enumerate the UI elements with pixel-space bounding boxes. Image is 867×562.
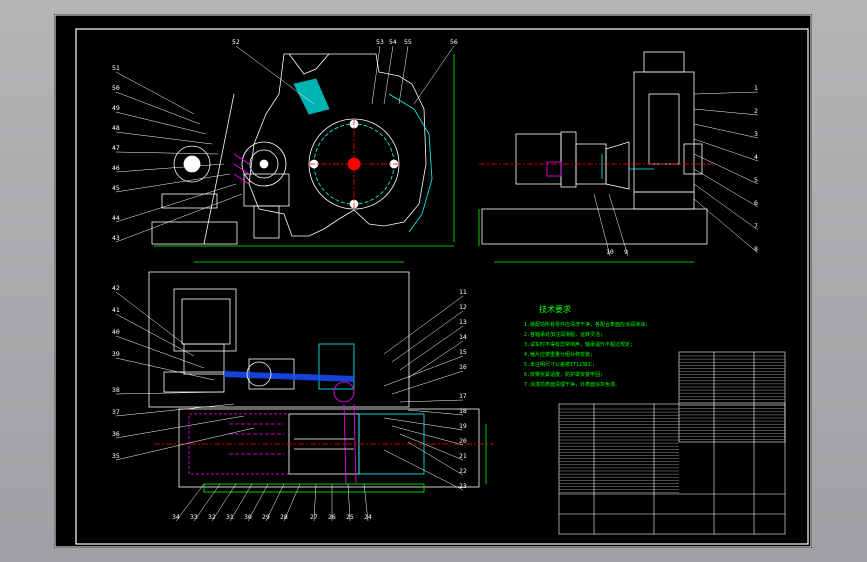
- label-side-1-leader: [693, 91, 759, 95]
- label-left-50-leader: [115, 91, 201, 125]
- label-top-56-leader: [413, 45, 455, 105]
- label-plan-left-39-leader: [115, 357, 215, 381]
- drawing-sheet: 技术要求 1.装配前所有零件应清洗干净，各配合表面应涂润滑油; 2.各轴承处加注润…: [54, 14, 812, 548]
- part-labels: 52 53 54 55 56515049484746454443123456789101…: [112, 38, 759, 522]
- label-top-55-leader: [398, 45, 409, 105]
- label-side-5-leader: [693, 153, 759, 185]
- label-plan-left-35: 35: [112, 452, 120, 460]
- label-left-48: 48: [112, 124, 120, 132]
- label-plan-left-35-leader: [115, 427, 255, 461]
- label-plan-right-16-leader: [391, 370, 464, 395]
- label-side-3: 3: [754, 130, 758, 138]
- label-side-10-leader: [593, 193, 611, 257]
- inner-frame: [75, 28, 809, 545]
- label-plan-right-13: 13: [459, 318, 467, 326]
- label-plan-bottom-28-leader: [283, 483, 301, 522]
- note-line: 4.锤片应按重量分组对称安装;: [524, 351, 593, 358]
- label-plan-right-17-leader: [399, 399, 464, 403]
- label-top-52: 52: [232, 38, 240, 46]
- label-plan-left-40: 40: [112, 328, 120, 336]
- label-side-1: 1: [754, 84, 758, 92]
- notes-title: 技术要求: [539, 304, 571, 314]
- cad-viewport: 技术要求 1.装配前所有零件应清洗干净，各配合表面应涂润滑油; 2.各轴承处加注润…: [0, 0, 867, 562]
- label-plan-right-13-leader: [399, 325, 464, 371]
- label-top-53: 53: [376, 38, 384, 46]
- note-line: 7.涂漆前表面清理干净，外表面涂灰色漆。: [524, 381, 620, 388]
- label-plan-right-22-leader: [407, 441, 464, 476]
- label-plan-right-14-leader: [407, 340, 464, 379]
- front-view: [151, 53, 455, 247]
- label-side-9-leader: [608, 193, 629, 257]
- note-line: 3.试车时不得有异常响声，轴承温升不超过规定;: [524, 341, 633, 348]
- label-side-4-leader: [693, 138, 759, 162]
- label-plan-left-36: 36: [112, 430, 120, 438]
- label-plan-left-37: 37: [112, 408, 120, 416]
- label-plan-left-38: 38: [112, 386, 120, 394]
- label-plan-right-22: 22: [459, 467, 467, 475]
- label-plan-bottom-33-leader: [193, 483, 221, 522]
- label-plan-right-15-leader: [383, 355, 464, 387]
- label-plan-left-39: 39: [112, 350, 120, 358]
- label-top-55: 55: [404, 38, 412, 46]
- outer-frame: [54, 14, 812, 548]
- label-plan-bottom-29: 29: [262, 513, 270, 521]
- label-plan-left-40-leader: [115, 335, 205, 369]
- technical-notes: 技术要求 1.装配前所有零件应清洗干净，各配合表面应涂润滑油; 2.各轴承处加注润…: [524, 304, 648, 388]
- label-plan-right-12-leader: [391, 310, 464, 363]
- label-plan-right-15: 15: [459, 348, 467, 356]
- label-plan-right-20-leader: [391, 425, 464, 446]
- label-left-49: 49: [112, 104, 120, 112]
- label-top-54: 54: [389, 38, 397, 46]
- label-left-47: 47: [112, 144, 120, 152]
- label-plan-right-11-leader: [383, 295, 464, 355]
- label-plan-bottom-31: 31: [226, 513, 234, 521]
- label-plan-right-14: 14: [459, 333, 467, 341]
- hammer-crusher-assembly-drawing: 技术要求 1.装配前所有零件应清洗干净，各配合表面应涂润滑油; 2.各轴承处加注润…: [54, 14, 812, 548]
- label-left-47-leader: [115, 151, 219, 155]
- label-top-56: 56: [450, 38, 458, 46]
- label-plan-right-19-leader: [383, 417, 464, 431]
- note-line: 6.皮带张紧适度，防护罩安装牢固;: [524, 371, 603, 378]
- side-view: [478, 51, 714, 263]
- label-plan-left-41: 41: [112, 306, 120, 314]
- label-side-6-leader: [693, 168, 759, 208]
- label-plan-right-17: 17: [459, 392, 467, 400]
- label-plan-right-18: 18: [459, 407, 467, 415]
- label-side-2-leader: [693, 108, 759, 116]
- note-line: 1.装配前所有零件应清洗干净，各配合表面应涂润滑油;: [524, 321, 648, 328]
- note-line: 5.未注明尺寸公差按IT12加工;: [524, 361, 595, 368]
- label-plan-bottom-30: 30: [244, 513, 252, 521]
- label-left-46-leader: [115, 163, 225, 173]
- label-plan-right-19: 19: [459, 422, 467, 430]
- label-side-10: 10: [606, 248, 614, 256]
- label-left-49-leader: [115, 111, 207, 135]
- label-left-50: 50: [112, 84, 120, 92]
- label-plan-left-42: 42: [112, 284, 120, 292]
- label-side-2: 2: [754, 107, 758, 115]
- note-line: 2.各轴承处加注润滑脂，运转灵活;: [524, 331, 603, 338]
- label-plan-right-20: 20: [459, 437, 467, 445]
- label-plan-right-16: 16: [459, 363, 467, 371]
- label-left-48-leader: [115, 131, 213, 145]
- label-side-3-leader: [693, 123, 759, 139]
- label-side-8: 8: [754, 245, 758, 253]
- label-left-45: 45: [112, 184, 120, 192]
- label-plan-right-12: 12: [459, 303, 467, 311]
- notes-lines: 1.装配前所有零件应清洗干净，各配合表面应涂润滑油; 2.各轴承处加注润滑脂，运转…: [524, 321, 648, 388]
- label-left-44: 44: [112, 214, 120, 222]
- label-left-45-leader: [115, 173, 231, 193]
- label-top-52-leader: [235, 45, 315, 105]
- label-left-51-leader: [115, 71, 195, 115]
- label-left-43-leader: [115, 193, 243, 243]
- label-plan-right-11: 11: [459, 288, 467, 296]
- label-left-51: 51: [112, 64, 120, 72]
- label-left-46: 46: [112, 164, 120, 172]
